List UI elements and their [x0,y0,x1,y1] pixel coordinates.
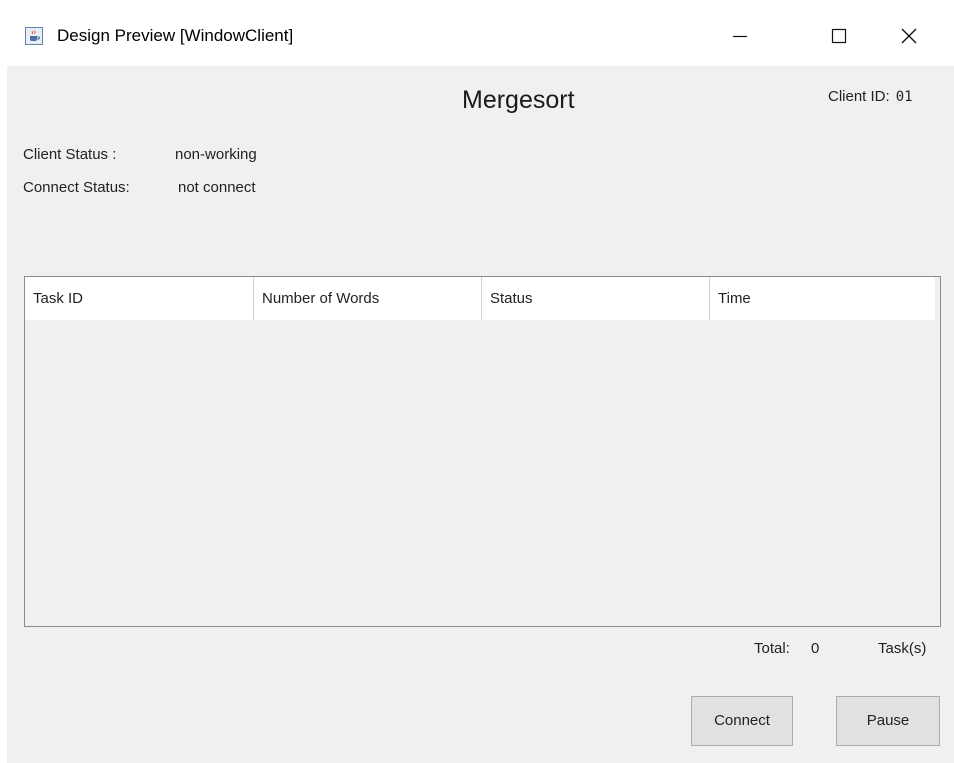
title-bar[interactable]: Design Preview [WindowClient] [0,0,954,66]
column-header-task-id[interactable]: Task ID [25,277,254,320]
column-header-time[interactable]: Time [710,277,935,320]
page-title: Mergesort [462,86,575,114]
total-unit: Task(s) [878,640,927,657]
connect-status-row: Connect Status: not connect [23,179,256,196]
column-header-status[interactable]: Status [482,277,710,320]
maximize-button[interactable] [817,14,861,54]
connect-status-value: not connect [178,179,256,196]
client-id-label: Client ID: [828,88,890,105]
maximize-icon [831,28,847,44]
client-status-value: non-working [175,146,257,163]
client-panel: Mergesort Client ID: 01 Client Status : n… [7,66,954,763]
client-id: Client ID: 01 [828,88,913,105]
table-header: Task ID Number of Words Status Time [25,277,935,320]
connect-button[interactable]: Connect [691,696,793,746]
client-status-row: Client Status : non-working [23,146,257,163]
window: Design Preview [WindowClient] Mergesort … [0,0,954,763]
table-body[interactable] [25,320,940,626]
minimize-icon [733,35,747,38]
close-button[interactable] [887,14,931,54]
column-header-number-of-words[interactable]: Number of Words [254,277,482,320]
window-title: Design Preview [WindowClient] [57,26,294,45]
task-table[interactable]: Task ID Number of Words Status Time [24,276,941,627]
connect-status-label: Connect Status: [23,179,130,196]
client-status-label: Client Status : [23,146,117,163]
client-id-value: 01 [895,89,913,105]
total-label: Total: [754,640,790,657]
minimize-button[interactable] [718,14,762,54]
close-icon [901,28,917,44]
java-cup-icon[interactable] [25,27,43,45]
total-count: 0 [811,640,820,657]
pause-button[interactable]: Pause [836,696,940,746]
